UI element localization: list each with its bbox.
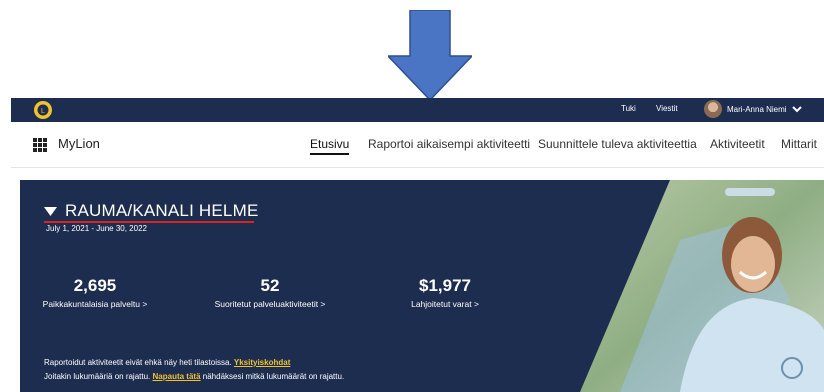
brand-name[interactable]: MyLion — [58, 136, 100, 151]
club-name: RAUMA/KANALI HELME — [65, 201, 259, 220]
user-menu[interactable]: Mari-Anna Niemi — [704, 100, 802, 118]
date-range: July 1, 2021 - June 30, 2022 — [46, 224, 147, 233]
main-navbar: MyLion Etusivu Raportoi aikaisempi aktiv… — [11, 122, 824, 168]
nav-item-plan-future[interactable]: Suunnittele tuleva aktiviteettia — [538, 137, 697, 151]
nav-item-activities[interactable]: Aktiviteetit — [710, 137, 765, 151]
member-photo — [580, 180, 824, 392]
nav-item-metrics[interactable]: Mittarit — [781, 137, 817, 151]
chevron-down-icon — [791, 106, 802, 113]
notice-text: nähdäksesi mitkä lukumäärät on rajattu. — [202, 372, 345, 381]
stat-activities-completed[interactable]: 52 Suoritetut palveluaktiviteetit > — [195, 276, 345, 309]
user-name: Mari-Anna Niemi — [727, 104, 787, 114]
details-link[interactable]: Yksityiskohdat — [234, 358, 290, 367]
svg-text:L: L — [41, 108, 45, 115]
club-selector[interactable]: RAUMA/KANALI HELME — [44, 201, 258, 221]
avatar — [704, 100, 722, 118]
stat-value: 2,695 — [73, 276, 117, 295]
down-arrow-icon — [388, 10, 472, 100]
nav-item-report-past[interactable]: Raportoi aikaisempi aktiviteetti — [368, 137, 530, 151]
notice-reporting-delay: Raportoidut aktiviteetit eivät ehkä näy … — [44, 358, 290, 367]
stat-value: 52 — [260, 276, 280, 295]
stat-label: Paikkakuntalaisia palveltu > — [42, 299, 148, 309]
stat-label: Lahjoitetut varat > — [411, 299, 479, 309]
club-name-underline — [44, 221, 254, 223]
club-dashboard-hero: RAUMA/KANALI HELME July 1, 2021 - June 3… — [20, 180, 824, 392]
notice-capped-counts: Joitakin lukumääriä on rajattu. Napauta … — [44, 372, 344, 381]
notice-text: Joitakin lukumääriä on rajattu. — [44, 372, 151, 381]
stat-people-served[interactable]: 2,695 Paikkakuntalaisia palveltu > — [20, 276, 170, 309]
support-link[interactable]: Tuki — [621, 104, 636, 113]
stat-label: Suoritetut palveluaktiviteetit > — [214, 299, 326, 309]
lions-logo-icon[interactable]: L — [33, 100, 53, 120]
caret-down-icon — [44, 206, 57, 216]
stat-value: $1,977 — [419, 276, 471, 295]
top-utility-bar: L Tuki Viestit Mari-Anna Niemi — [11, 98, 824, 122]
messages-link[interactable]: Viestit — [656, 104, 678, 113]
stat-funds-donated[interactable]: $1,977 Lahjoitetut varat > — [370, 276, 520, 309]
grid-menu-icon[interactable] — [33, 138, 47, 152]
tap-here-link[interactable]: Napauta tätä — [153, 372, 201, 381]
nav-item-etusivu[interactable]: Etusivu — [310, 137, 350, 155]
notice-text: Raportoidut aktiviteetit eivät ehkä näy … — [44, 358, 232, 367]
